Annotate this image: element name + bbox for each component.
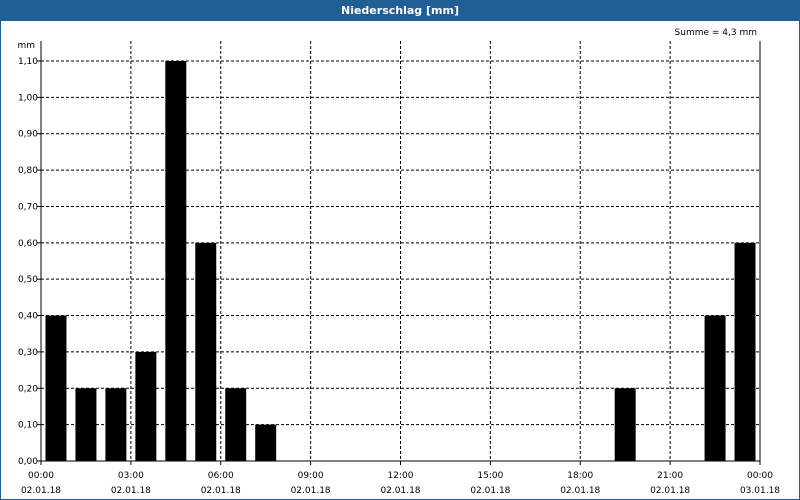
y-tick-label: 0,10 bbox=[18, 421, 38, 431]
x-tick-time-label: 06:00 bbox=[208, 471, 234, 481]
x-tick-time-label: 09:00 bbox=[298, 471, 324, 481]
bar bbox=[195, 242, 217, 461]
bar bbox=[255, 424, 277, 461]
x-tick-date-label: 02.01.18 bbox=[470, 486, 510, 496]
x-tick-time-label: 00:00 bbox=[28, 471, 54, 481]
y-tick-label: 0,90 bbox=[18, 130, 38, 140]
y-tick-label: 0,70 bbox=[18, 202, 38, 212]
y-tick-label: 1,00 bbox=[18, 93, 38, 103]
y-tick-label: 0,00 bbox=[18, 457, 38, 467]
y-axis-unit-label: mm bbox=[17, 41, 35, 51]
x-tick-time-label: 12:00 bbox=[388, 471, 414, 481]
chart-window: Niederschlag [mm] 0,00 0,10 0,20 0,30 0,40 0,… bbox=[0, 0, 800, 500]
x-tick-date-label: 02.01.18 bbox=[111, 486, 151, 496]
x-tick-time-label: 18:00 bbox=[567, 471, 593, 481]
bar bbox=[45, 315, 67, 461]
x-tick-date-label: 02.01.18 bbox=[21, 486, 61, 496]
x-tick-time-label: 03:00 bbox=[118, 471, 144, 481]
y-tick-label: 1,10 bbox=[18, 57, 38, 67]
bar bbox=[105, 388, 127, 461]
bar bbox=[225, 388, 247, 461]
y-tick-label: 0,50 bbox=[18, 275, 38, 285]
x-tick-date-label: 02.01.18 bbox=[560, 486, 600, 496]
y-tick-label: 0,40 bbox=[18, 312, 38, 322]
bar bbox=[75, 388, 97, 461]
x-tick-time-label: 21:00 bbox=[657, 471, 683, 481]
x-tick-date-label: 02.01.18 bbox=[291, 486, 331, 496]
y-tick-label: 0,60 bbox=[18, 239, 38, 249]
y-tick-label: 0,80 bbox=[18, 166, 38, 176]
x-tick-time-label: 00:00 bbox=[747, 471, 773, 481]
bar bbox=[704, 315, 726, 461]
x-tick-labels: 00:00 02.01.18 03:00 02.01.18 06:00 02.01.18 0… bbox=[21, 471, 780, 496]
bar bbox=[734, 242, 756, 461]
y-tick-label: 0,30 bbox=[18, 348, 38, 358]
chart-area: 0,00 0,10 0,20 0,30 0,40 0,50 0,60 0,70 0,80 0,90… bbox=[17, 28, 780, 496]
x-tick-time-label: 15:00 bbox=[477, 471, 503, 481]
precipitation-sum-label: Summe = 4,3 mm bbox=[675, 28, 757, 38]
x-tick-date-label: 02.01.18 bbox=[201, 486, 241, 496]
y-tick-label: 0,20 bbox=[18, 384, 38, 394]
x-tick-date-label: 03.01.18 bbox=[740, 486, 780, 496]
bar bbox=[165, 61, 187, 461]
y-tick-labels: 0,00 0,10 0,20 0,30 0,40 0,50 0,60 0,70 0,80 0,90… bbox=[18, 57, 38, 467]
bar bbox=[614, 388, 636, 461]
bar bbox=[135, 351, 157, 461]
x-tick-date-label: 02.01.18 bbox=[650, 486, 690, 496]
x-tick-date-label: 02.01.18 bbox=[380, 486, 420, 496]
